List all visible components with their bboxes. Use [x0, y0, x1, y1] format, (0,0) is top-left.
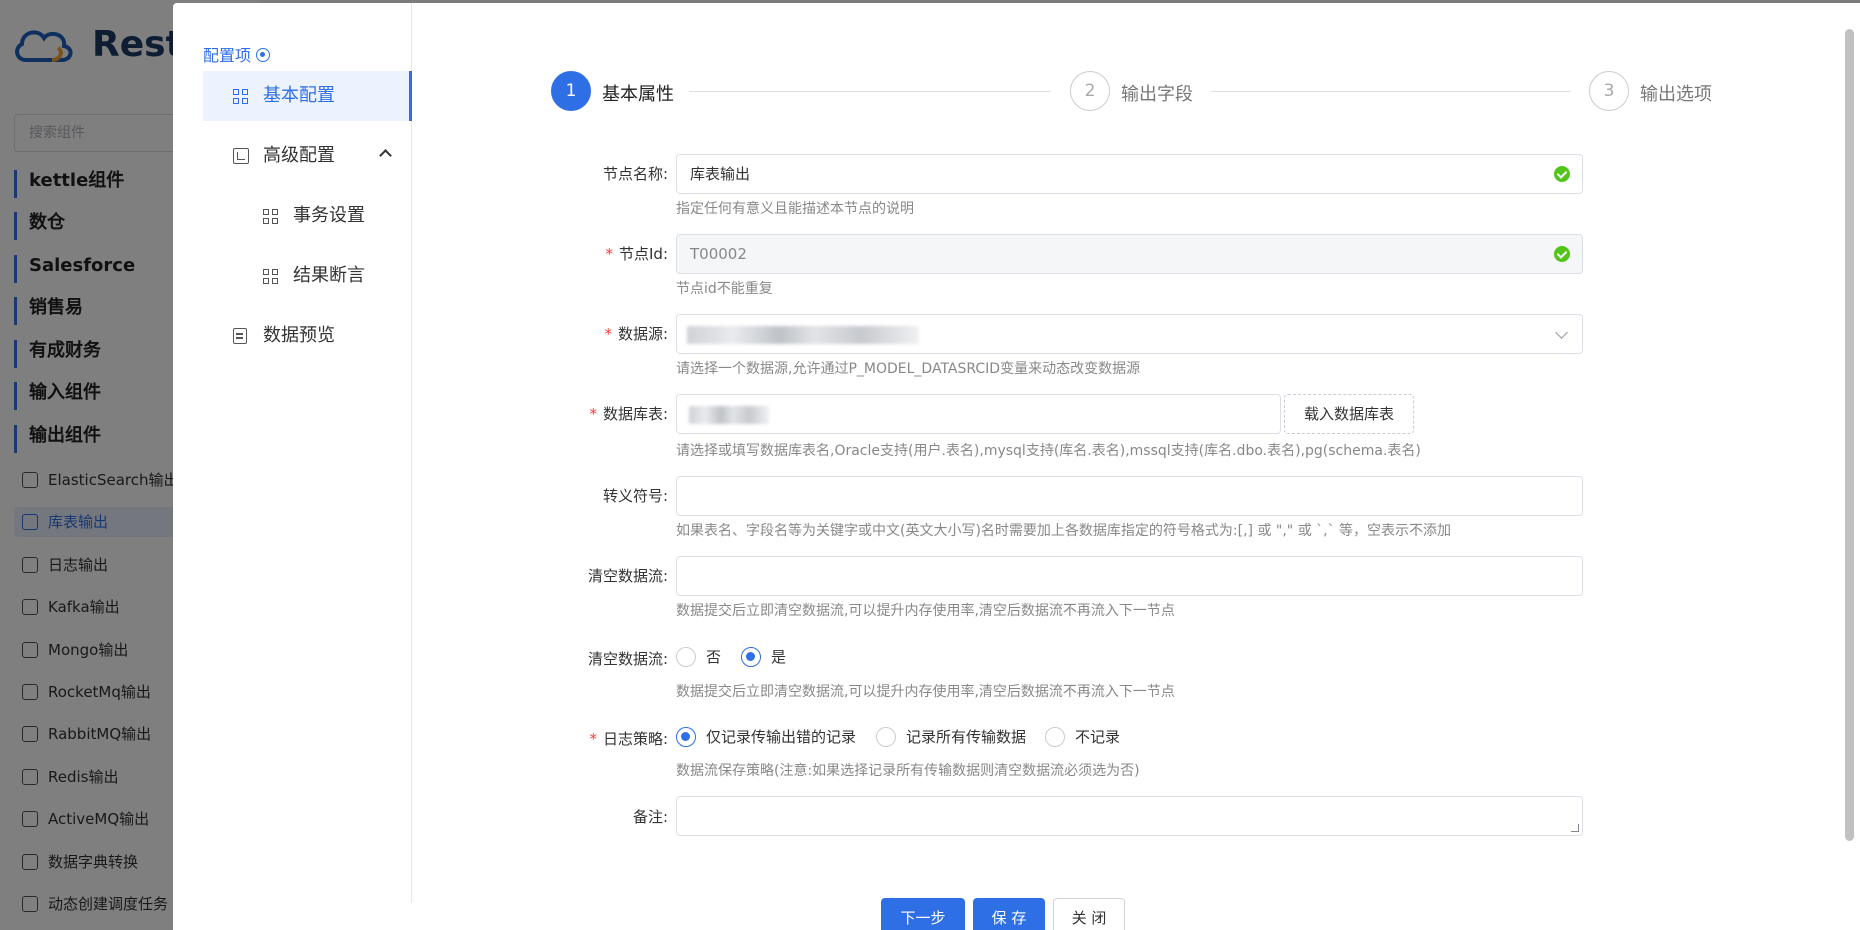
escape-hint: 如果表名、字段名等为关键字或中文(英文大小写)名时需要加上各数据库指定的符号格式… — [676, 523, 1452, 539]
clear-stream-input[interactable] — [676, 556, 1583, 596]
radio-circle — [876, 727, 896, 747]
radio-circle — [741, 647, 761, 667]
radio-circle — [1045, 727, 1065, 747]
nav-item-transaction-settings[interactable]: 事务设置 — [203, 191, 412, 241]
save-button[interactable]: 保 存 — [973, 898, 1045, 930]
nav-item-basic-config[interactable]: 基本配置 — [203, 71, 412, 121]
chevron-up-icon[interactable] — [379, 149, 392, 162]
escape-label: 转义符号: — [602, 487, 668, 505]
cube-icon — [233, 148, 249, 164]
step-label: 输出字段 — [1121, 84, 1193, 105]
nav-item-advanced-config[interactable]: 高级配置 — [203, 131, 412, 181]
datasource-hint: 请选择一个数据源,允许通过P_MODEL_DATASRCID变量来动态改变数据源 — [676, 361, 1141, 377]
radio-circle — [676, 647, 696, 667]
node-name-label: 节点名称: — [602, 165, 668, 183]
datasource-select[interactable] — [676, 314, 1583, 354]
log-strategy-none[interactable]: 不记录 — [1045, 726, 1120, 750]
db-table-hint: 请选择或填写数据库表名,Oracle支持(用户.表名),mysql支持(库名.表… — [676, 443, 1421, 459]
step-number: 2 — [1070, 71, 1110, 111]
clear-stream-radio-no[interactable]: 否 — [676, 646, 721, 670]
node-name-hint: 指定任何有意义且能描述本节点的说明 — [676, 201, 914, 217]
clear-stream-input-hint: 数据提交后立即清空数据流,可以提升内存使用率,清空后数据流不再流入下一节点 — [676, 603, 1175, 619]
vertical-scrollbar[interactable] — [1845, 29, 1854, 841]
node-name-value: 库表输出 — [690, 165, 751, 183]
clear-stream-radio-hint: 数据提交后立即清空数据流,可以提升内存使用率,清空后数据流不再流入下一节点 — [676, 684, 1175, 700]
step-connector — [1211, 91, 1571, 92]
node-id-label: * 节点Id: — [605, 245, 669, 263]
redacted-db-table-value — [689, 406, 769, 424]
node-id-input[interactable]: T00002 — [676, 234, 1583, 274]
grid-icon — [263, 209, 278, 224]
document-search-icon — [233, 328, 247, 344]
step-label: 基本属性 — [602, 84, 674, 105]
step-connector — [689, 91, 1051, 92]
node-name-input[interactable]: 库表输出 — [676, 154, 1583, 194]
clear-stream-input-label: 清空数据流: — [587, 567, 668, 585]
close-button[interactable]: 关 闭 — [1053, 898, 1125, 930]
config-nav-title: 配置项 — [203, 42, 271, 66]
check-circle-icon — [1554, 166, 1570, 182]
target-icon — [256, 48, 271, 62]
radio-circle — [676, 727, 696, 747]
nav-item-label: 数据预览 — [263, 325, 335, 346]
grid-icon — [263, 269, 278, 284]
datasource-label: * 数据源: — [604, 325, 668, 343]
resize-handle-icon[interactable] — [1571, 824, 1579, 832]
log-strategy-hint: 数据流保存策略(注意:如果选择记录所有传输数据则清空数据流必须选为否) — [676, 763, 1140, 779]
steps-bar: 1 基本属性 2 输出字段 3 输出选项 — [551, 71, 1860, 115]
nav-item-result-assertion[interactable]: 结果断言 — [203, 251, 412, 301]
escape-input[interactable] — [676, 476, 1583, 516]
node-id-value: T00002 — [690, 245, 747, 263]
nav-item-label: 高级配置 — [263, 145, 335, 166]
db-table-input[interactable] — [676, 394, 1281, 434]
nav-item-label: 事务设置 — [293, 205, 365, 226]
chevron-down-icon — [1555, 326, 1568, 339]
grid-icon — [233, 89, 248, 104]
config-dialog: 配置项 基本配置 高级配置 事务设置 结果断言 数据预览 1 基本属性 2 输出… — [173, 3, 1860, 930]
check-circle-icon — [1554, 246, 1570, 262]
log-strategy-all[interactable]: 记录所有传输数据 — [876, 726, 1026, 750]
nav-item-data-preview[interactable]: 数据预览 — [203, 311, 412, 361]
log-strategy-errors-only[interactable]: 仅记录传输出错的记录 — [676, 726, 856, 750]
nav-item-label: 结果断言 — [293, 265, 365, 286]
node-id-hint: 节点id不能重复 — [676, 281, 773, 297]
clear-stream-radio-label: 清空数据流: — [587, 650, 668, 668]
db-table-label: * 数据库表: — [589, 405, 668, 423]
load-db-table-button[interactable]: 载入数据库表 — [1284, 394, 1414, 434]
redacted-datasource-value — [687, 326, 919, 344]
step-number: 1 — [551, 71, 591, 111]
nav-item-label: 基本配置 — [263, 85, 335, 106]
clear-stream-radio-yes[interactable]: 是 — [741, 646, 786, 670]
config-nav: 配置项 基本配置 高级配置 事务设置 结果断言 数据预览 — [173, 3, 412, 903]
log-strategy-label: * 日志策略: — [589, 730, 668, 748]
step-number: 3 — [1589, 71, 1629, 111]
step-label: 输出选项 — [1640, 84, 1712, 105]
remark-textarea[interactable] — [676, 796, 1583, 836]
remark-label: 备注: — [632, 808, 668, 826]
next-button[interactable]: 下一步 — [881, 898, 965, 930]
